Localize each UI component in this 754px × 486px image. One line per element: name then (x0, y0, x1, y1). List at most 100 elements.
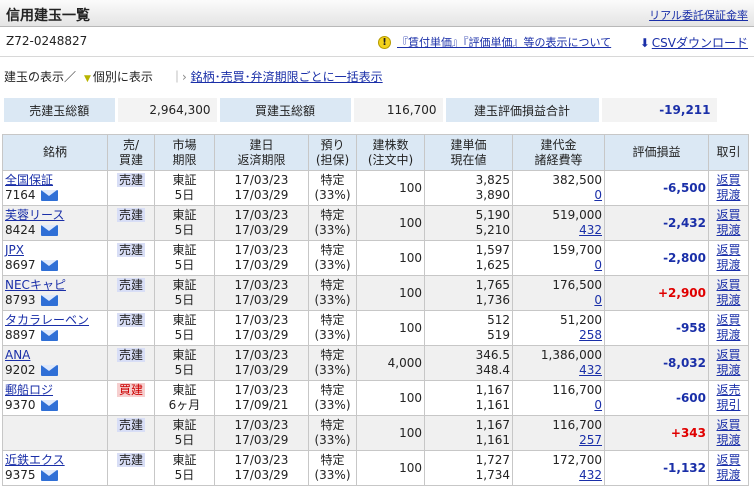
current-price: 1,161 (475, 433, 510, 447)
fees-link[interactable]: 432 (579, 223, 602, 237)
delivery-link[interactable]: 現渡 (711, 258, 746, 273)
action-cell: 返売 現引 (708, 380, 749, 416)
cost: 159,700 (552, 243, 602, 257)
mail-icon[interactable] (40, 260, 58, 271)
side-cell: 売建 (107, 345, 155, 381)
close-position-link[interactable]: 返買 (711, 173, 746, 188)
mail-icon[interactable] (40, 225, 58, 236)
close-position-link[interactable]: 返買 (711, 453, 746, 468)
action-cell: 返買 現渡 (708, 450, 749, 486)
delivery-link[interactable]: 現渡 (711, 468, 746, 483)
close-position-link[interactable]: 返買 (711, 313, 746, 328)
close-position-link[interactable]: 返売 (711, 383, 746, 398)
col-date: 建日 返済期限 (214, 134, 309, 171)
view-grouped-link[interactable]: 銘柄･売買･弁済期限ごとに一括表示 (191, 70, 383, 84)
col-market: 市場 期限 (154, 134, 215, 171)
market-cell: 東証 5日 (154, 275, 215, 311)
stock-code-line: 9370 (5, 398, 105, 413)
qty-cell: 100 (356, 380, 425, 416)
cost: 519,000 (552, 208, 602, 222)
fees-link[interactable]: 257 (579, 433, 602, 447)
due-date: 17/03/29 (234, 223, 289, 237)
delivery-link[interactable]: 現渡 (711, 328, 746, 343)
mail-icon[interactable] (40, 190, 58, 201)
date-cell: 17/03/23 17/03/29 (214, 345, 309, 381)
stock-name-link[interactable]: 郵船ロジ (5, 383, 105, 398)
side-cell: 売建 (107, 275, 155, 311)
side-badge: 売建 (116, 208, 145, 222)
close-position-link[interactable]: 返買 (711, 278, 746, 293)
view-individual: ▼ 個別に表示 (84, 68, 153, 85)
price-cell: 1,727 1,734 (424, 450, 513, 486)
stock-name-link[interactable]: 芙蓉リース (5, 208, 105, 223)
mail-icon[interactable] (40, 330, 58, 341)
open-date: 17/03/23 (234, 453, 289, 467)
side-cell: 売建 (107, 450, 155, 486)
fees-link[interactable]: 258 (579, 328, 602, 342)
term: 6ヶ月 (168, 398, 201, 412)
fees-link[interactable]: 0 (594, 258, 602, 272)
term: 5日 (174, 258, 195, 272)
side-badge: 売建 (116, 278, 145, 292)
deposit-type: 特定 (320, 313, 345, 327)
pl-value: -2,432 (663, 215, 706, 230)
market: 東証 (172, 453, 197, 467)
qty-cell: 100 (356, 450, 425, 486)
col-deposit: 預り (担保) (308, 134, 357, 171)
close-position-link[interactable]: 返買 (711, 348, 746, 363)
stock-name-link[interactable]: ANA (5, 348, 105, 363)
deposit-type: 特定 (320, 348, 345, 362)
delivery-link[interactable]: 現渡 (711, 188, 746, 203)
open-date: 17/03/23 (234, 418, 289, 432)
stock-name-link[interactable]: タカラレーベン (5, 313, 105, 328)
delivery-link[interactable]: 現引 (711, 398, 746, 413)
qty: 100 (399, 285, 422, 300)
csv-download-link[interactable]: CSVダウンロード (652, 34, 748, 51)
stock-name-link[interactable]: 全国保証 (5, 173, 105, 188)
market: 東証 (172, 278, 197, 292)
fees-link[interactable]: 0 (594, 188, 602, 202)
stock-name-link[interactable]: NECキャピ (5, 278, 105, 293)
mail-icon[interactable] (40, 295, 58, 306)
margin-ratio-link[interactable]: リアル委託保証金率 (649, 7, 748, 23)
close-position-link[interactable]: 返買 (711, 208, 746, 223)
display-hint: ! 『賃付単価』『評価単価』等の表示について (378, 34, 611, 50)
close-position-link[interactable]: 返買 (711, 243, 746, 258)
fees-link[interactable]: 432 (579, 363, 602, 377)
current-price: 1,734 (475, 468, 510, 482)
delivery-link[interactable]: 現渡 (711, 223, 746, 238)
view-options: 建玉の表示／ ▼ 個別に表示 ｜ › 銘柄･売買･弁済期限ごとに一括表示 (0, 63, 754, 87)
market-cell: 東証 5日 (154, 345, 215, 381)
cost-cell: 382,500 0 (512, 170, 605, 206)
fees-link[interactable]: 0 (594, 293, 602, 307)
pl-cell: -6,500 (604, 170, 709, 206)
price-cell: 1,765 1,736 (424, 275, 513, 311)
deposit-type: 特定 (320, 278, 345, 292)
market-cell: 東証 5日 (154, 415, 215, 451)
display-hint-link[interactable]: 『賃付単価』『評価単価』等の表示について (397, 34, 611, 50)
qty: 4,000 (387, 355, 422, 370)
stock-name-link[interactable]: 近鉄エクス (5, 453, 105, 468)
market: 東証 (172, 208, 197, 222)
delivery-link[interactable]: 現渡 (711, 363, 746, 378)
stock-name-link[interactable]: JPX (5, 243, 105, 258)
table-row: 全国保証 7164 売建 東証 5日 17/03/23 17/03/29 特定 (33… (2, 170, 749, 206)
delivery-link[interactable]: 現渡 (711, 433, 746, 448)
qty-cell: 100 (356, 310, 425, 346)
qty: 100 (399, 320, 422, 335)
side-cell: 売建 (107, 205, 155, 241)
action-cell: 返買 現渡 (708, 415, 749, 451)
side-cell: 売建 (107, 240, 155, 276)
delivery-link[interactable]: 現渡 (711, 293, 746, 308)
mail-icon[interactable] (40, 400, 58, 411)
mail-icon[interactable] (40, 365, 58, 376)
cost-cell: 519,000 432 (512, 205, 605, 241)
mail-icon[interactable] (40, 470, 58, 481)
qty-cell: 100 (356, 415, 425, 451)
cost-cell: 116,700 0 (512, 380, 605, 416)
close-position-link[interactable]: 返買 (711, 418, 746, 433)
fees-link[interactable]: 432 (579, 468, 602, 482)
table-row: 近鉄エクス 9375 売建 東証 5日 17/03/23 17/03/29 特定 (3… (2, 450, 749, 486)
fees-link[interactable]: 0 (594, 398, 602, 412)
pl-cell: -600 (604, 380, 709, 416)
